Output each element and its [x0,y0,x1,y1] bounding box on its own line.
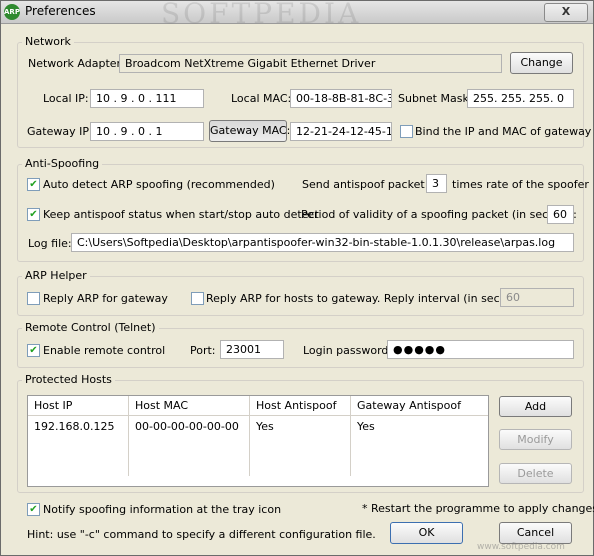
table-row-empty [28,436,488,456]
close-button[interactable]: X [544,3,588,22]
port-field[interactable]: 23001 [220,340,284,359]
period-validity-label: Period of validity of a spoofing packet … [301,208,577,221]
cell-gateway-antispoof: Yes [357,419,375,433]
reply-gateway-checkbox[interactable] [27,292,40,305]
remote-control-legend: Remote Control (Telnet) [22,321,159,334]
restart-note: * Restart the programme to apply changes… [362,502,594,515]
reply-interval-field: 60 [500,288,574,307]
auto-detect-label: Auto detect ARP spoofing (recommended) [43,178,275,191]
preferences-window: ARP Preferences SOFTPEDIA X Network Netw… [0,0,594,556]
column-header-host-ip[interactable]: Host IP [28,396,129,416]
protected-hosts-legend: Protected Hosts [22,373,115,386]
table-row[interactable]: 192.168.0.125 00-00-00-00-00-00 Yes Yes [28,415,488,436]
gateway-mac-button[interactable]: Gateway MAC: [209,120,290,142]
arp-app-icon: ARP [4,4,20,20]
gateway-mac-field[interactable]: 12-21-24-12-45-14 [290,122,392,141]
enable-remote-checkbox[interactable]: ✔ [27,344,40,357]
column-header-host-antispoof[interactable]: Host Antispoof [249,396,351,416]
cell-host-antispoof: Yes [249,415,351,436]
local-ip-field[interactable]: 10 . 9 . 0 . 111 [90,89,204,108]
watermark-url: www.softpedia.com [477,542,565,552]
enable-remote-label: Enable remote control [43,344,166,357]
log-file-label: Log file: [28,237,72,250]
cell-host-mac: 00-00-00-00-00-00 [128,415,250,436]
login-password-field[interactable]: ●●●●● [387,340,574,359]
ok-button[interactable]: OK [390,522,463,544]
reply-hosts-checkbox[interactable] [191,292,204,305]
column-header-gateway-antispoof[interactable]: Gateway Antispoof [350,396,488,416]
protected-hosts-list[interactable]: Host IP Host MAC Host Antispoof Gateway … [27,395,489,487]
window-title: Preferences [25,4,96,18]
delete-host-button[interactable]: Delete [499,463,572,484]
local-mac-field[interactable]: 00-18-8B-81-8C-3F [290,89,392,108]
table-row-empty [28,456,488,476]
login-password-label: Login password: [303,344,393,357]
keep-antispoof-checkbox[interactable]: ✔ [27,208,40,221]
modify-host-button[interactable]: Modify [499,429,572,450]
gateway-ip-field[interactable]: 10 . 9 . 0 . 1 [90,122,204,141]
times-rate-label: times rate of the spoofer [452,178,589,191]
change-adapter-button[interactable]: Change [510,52,573,74]
local-ip-label: Local IP: [43,92,89,105]
bind-ip-mac-label: Bind the IP and MAC of gateway [415,125,592,138]
cancel-button[interactable]: Cancel [499,522,572,544]
network-adapter-label: Network Adapter: [28,57,125,70]
port-label: Port: [190,344,216,357]
anti-spoofing-legend: Anti-Spoofing [22,157,103,170]
send-antispoof-label: Send antispoof packet at [302,178,440,191]
reply-gateway-label: Reply ARP for gateway [43,292,168,305]
local-mac-label: Local MAC: [231,92,292,105]
auto-detect-checkbox[interactable]: ✔ [27,178,40,191]
keep-antispoof-label: Keep antispoof status when start/stop au… [43,208,319,221]
bind-ip-mac-checkbox[interactable] [400,125,413,138]
arp-helper-legend: ARP Helper [22,269,90,282]
add-host-button[interactable]: Add [499,396,572,417]
gateway-ip-label: Gateway IP: [27,125,93,138]
cell-host-ip: 192.168.0.125 [28,415,129,436]
reply-hosts-label: Reply ARP for hosts to gateway. Reply in… [206,292,529,305]
period-validity-field[interactable]: 60 [547,205,574,224]
column-header-host-mac[interactable]: Host MAC [128,396,250,416]
notify-tray-checkbox[interactable]: ✔ [27,503,40,516]
watermark-text: SOFTPEDIA [161,0,362,30]
network-adapter-field: Broadcom NetXtreme Gigabit Ethernet Driv… [119,54,502,73]
send-rate-field[interactable]: 3 [426,174,447,193]
log-file-field[interactable]: C:\Users\Softpedia\Desktop\arpantispoofe… [71,233,574,252]
hint-text: Hint: use "-c" command to specify a diff… [27,528,376,541]
subnet-mask-field[interactable]: 255. 255. 255. 0 [467,89,574,108]
notify-tray-label: Notify spoofing information at the tray … [43,503,282,516]
table-header-row: Host IP Host MAC Host Antispoof Gateway … [28,396,488,416]
subnet-mask-label: Subnet Mask: [398,92,473,105]
protected-hosts-table: Host IP Host MAC Host Antispoof Gateway … [28,396,488,476]
title-bar[interactable]: ARP Preferences SOFTPEDIA X [1,0,593,30]
network-legend: Network [22,35,74,48]
